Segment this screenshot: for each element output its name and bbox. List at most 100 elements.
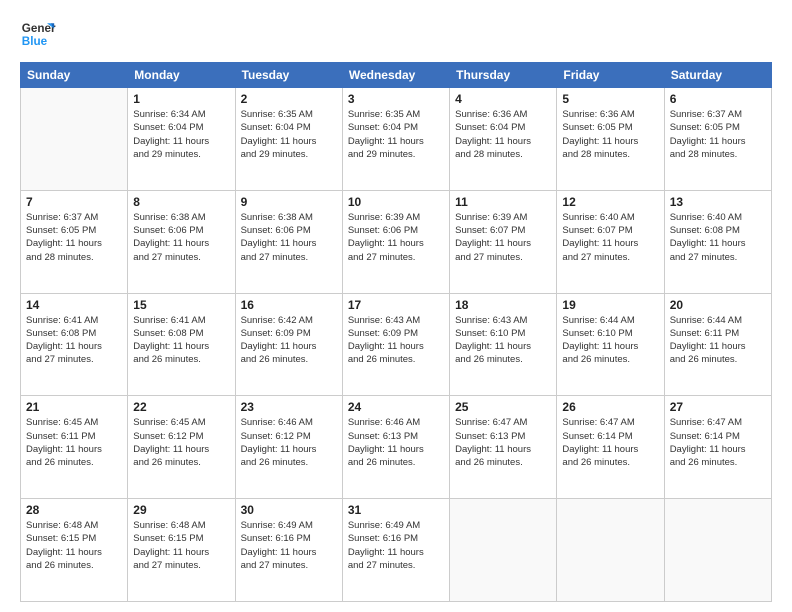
column-header-monday: Monday	[128, 63, 235, 88]
day-info: Sunrise: 6:44 AM Sunset: 6:10 PM Dayligh…	[562, 314, 658, 367]
day-number: 8	[133, 195, 229, 209]
header: General Blue	[20, 16, 772, 52]
calendar-cell: 9 Sunrise: 6:38 AM Sunset: 6:06 PM Daylig…	[235, 190, 342, 293]
week-row-2: 7 Sunrise: 6:37 AM Sunset: 6:05 PM Daylig…	[21, 190, 772, 293]
calendar-cell	[557, 499, 664, 602]
day-info: Sunrise: 6:36 AM Sunset: 6:05 PM Dayligh…	[562, 108, 658, 161]
day-number: 28	[26, 503, 122, 517]
calendar-cell: 17 Sunrise: 6:43 AM Sunset: 6:09 PM Dayli…	[342, 293, 449, 396]
day-number: 7	[26, 195, 122, 209]
calendar-cell: 2 Sunrise: 6:35 AM Sunset: 6:04 PM Daylig…	[235, 88, 342, 191]
calendar-cell: 28 Sunrise: 6:48 AM Sunset: 6:15 PM Dayli…	[21, 499, 128, 602]
day-info: Sunrise: 6:48 AM Sunset: 6:15 PM Dayligh…	[133, 519, 229, 572]
day-info: Sunrise: 6:37 AM Sunset: 6:05 PM Dayligh…	[670, 108, 766, 161]
day-info: Sunrise: 6:45 AM Sunset: 6:11 PM Dayligh…	[26, 416, 122, 469]
day-info: Sunrise: 6:39 AM Sunset: 6:07 PM Dayligh…	[455, 211, 551, 264]
calendar-cell: 11 Sunrise: 6:39 AM Sunset: 6:07 PM Dayli…	[450, 190, 557, 293]
day-number: 3	[348, 92, 444, 106]
calendar-cell: 29 Sunrise: 6:48 AM Sunset: 6:15 PM Dayli…	[128, 499, 235, 602]
calendar-cell: 4 Sunrise: 6:36 AM Sunset: 6:04 PM Daylig…	[450, 88, 557, 191]
week-row-3: 14Sunrise: 6:41 AM Sunset: 6:08 PM Dayli…	[21, 293, 772, 396]
calendar-cell: 13 Sunrise: 6:40 AM Sunset: 6:08 PM Dayli…	[664, 190, 771, 293]
day-info: Sunrise: 6:44 AM Sunset: 6:11 PM Dayligh…	[670, 314, 766, 367]
column-header-friday: Friday	[557, 63, 664, 88]
day-number: 5	[562, 92, 658, 106]
column-header-thursday: Thursday	[450, 63, 557, 88]
day-number: 9	[241, 195, 337, 209]
day-number: 16	[241, 298, 337, 312]
svg-text:Blue: Blue	[22, 35, 48, 48]
day-info: Sunrise: 6:35 AM Sunset: 6:04 PM Dayligh…	[241, 108, 337, 161]
calendar-cell: 6 Sunrise: 6:37 AM Sunset: 6:05 PM Daylig…	[664, 88, 771, 191]
calendar-cell: 24 Sunrise: 6:46 AM Sunset: 6:13 PM Dayli…	[342, 396, 449, 499]
day-number: 15	[133, 298, 229, 312]
day-info: Sunrise: 6:39 AM Sunset: 6:06 PM Dayligh…	[348, 211, 444, 264]
day-number: 31	[348, 503, 444, 517]
calendar-cell: 20Sunrise: 6:44 AM Sunset: 6:11 PM Dayli…	[664, 293, 771, 396]
calendar-cell: 31 Sunrise: 6:49 AM Sunset: 6:16 PM Dayli…	[342, 499, 449, 602]
day-info: Sunrise: 6:37 AM Sunset: 6:05 PM Dayligh…	[26, 211, 122, 264]
column-header-saturday: Saturday	[664, 63, 771, 88]
day-number: 18	[455, 298, 551, 312]
calendar-cell: 25 Sunrise: 6:47 AM Sunset: 6:13 PM Dayli…	[450, 396, 557, 499]
calendar-cell: 23Sunrise: 6:46 AM Sunset: 6:12 PM Dayli…	[235, 396, 342, 499]
day-info: Sunrise: 6:40 AM Sunset: 6:08 PM Dayligh…	[670, 211, 766, 264]
day-number: 13	[670, 195, 766, 209]
day-info: Sunrise: 6:34 AM Sunset: 6:04 PM Dayligh…	[133, 108, 229, 161]
day-info: Sunrise: 6:45 AM Sunset: 6:12 PM Dayligh…	[133, 416, 229, 469]
day-info: Sunrise: 6:36 AM Sunset: 6:04 PM Dayligh…	[455, 108, 551, 161]
day-number: 12	[562, 195, 658, 209]
calendar-cell: 26 Sunrise: 6:47 AM Sunset: 6:14 PM Dayli…	[557, 396, 664, 499]
day-info: Sunrise: 6:47 AM Sunset: 6:13 PM Dayligh…	[455, 416, 551, 469]
calendar-cell: 27 Sunrise: 6:47 AM Sunset: 6:14 PM Dayli…	[664, 396, 771, 499]
calendar-cell: 3 Sunrise: 6:35 AM Sunset: 6:04 PM Daylig…	[342, 88, 449, 191]
calendar-cell: 19Sunrise: 6:44 AM Sunset: 6:10 PM Dayli…	[557, 293, 664, 396]
day-number: 2	[241, 92, 337, 106]
column-header-sunday: Sunday	[21, 63, 128, 88]
calendar-cell: 22 Sunrise: 6:45 AM Sunset: 6:12 PM Dayli…	[128, 396, 235, 499]
day-number: 24	[348, 400, 444, 414]
day-info: Sunrise: 6:49 AM Sunset: 6:16 PM Dayligh…	[348, 519, 444, 572]
day-number: 4	[455, 92, 551, 106]
calendar-cell: 14Sunrise: 6:41 AM Sunset: 6:08 PM Dayli…	[21, 293, 128, 396]
day-number: 11	[455, 195, 551, 209]
day-number: 25	[455, 400, 551, 414]
day-info: Sunrise: 6:38 AM Sunset: 6:06 PM Dayligh…	[133, 211, 229, 264]
calendar-header-row: SundayMondayTuesdayWednesdayThursdayFrid…	[21, 63, 772, 88]
day-number: 29	[133, 503, 229, 517]
day-info: Sunrise: 6:43 AM Sunset: 6:10 PM Dayligh…	[455, 314, 551, 367]
day-info: Sunrise: 6:35 AM Sunset: 6:04 PM Dayligh…	[348, 108, 444, 161]
calendar-cell: 7 Sunrise: 6:37 AM Sunset: 6:05 PM Daylig…	[21, 190, 128, 293]
day-info: Sunrise: 6:47 AM Sunset: 6:14 PM Dayligh…	[562, 416, 658, 469]
day-number: 1	[133, 92, 229, 106]
day-number: 22	[133, 400, 229, 414]
day-number: 10	[348, 195, 444, 209]
calendar-cell: 1 Sunrise: 6:34 AM Sunset: 6:04 PM Daylig…	[128, 88, 235, 191]
calendar: SundayMondayTuesdayWednesdayThursdayFrid…	[20, 62, 772, 602]
day-number: 27	[670, 400, 766, 414]
day-info: Sunrise: 6:38 AM Sunset: 6:06 PM Dayligh…	[241, 211, 337, 264]
day-info: Sunrise: 6:46 AM Sunset: 6:12 PM Dayligh…	[241, 416, 337, 469]
calendar-cell	[21, 88, 128, 191]
logo-icon: General Blue	[20, 16, 56, 52]
day-info: Sunrise: 6:42 AM Sunset: 6:09 PM Dayligh…	[241, 314, 337, 367]
week-row-4: 21 Sunrise: 6:45 AM Sunset: 6:11 PM Dayli…	[21, 396, 772, 499]
day-info: Sunrise: 6:40 AM Sunset: 6:07 PM Dayligh…	[562, 211, 658, 264]
week-row-1: 1 Sunrise: 6:34 AM Sunset: 6:04 PM Daylig…	[21, 88, 772, 191]
day-number: 26	[562, 400, 658, 414]
calendar-cell: 18 Sunrise: 6:43 AM Sunset: 6:10 PM Dayli…	[450, 293, 557, 396]
column-header-tuesday: Tuesday	[235, 63, 342, 88]
calendar-cell: 16 Sunrise: 6:42 AM Sunset: 6:09 PM Dayli…	[235, 293, 342, 396]
day-number: 6	[670, 92, 766, 106]
calendar-cell	[664, 499, 771, 602]
day-info: Sunrise: 6:48 AM Sunset: 6:15 PM Dayligh…	[26, 519, 122, 572]
calendar-cell: 15Sunrise: 6:41 AM Sunset: 6:08 PM Dayli…	[128, 293, 235, 396]
week-row-5: 28 Sunrise: 6:48 AM Sunset: 6:15 PM Dayli…	[21, 499, 772, 602]
day-info: Sunrise: 6:43 AM Sunset: 6:09 PM Dayligh…	[348, 314, 444, 367]
day-info: Sunrise: 6:46 AM Sunset: 6:13 PM Dayligh…	[348, 416, 444, 469]
day-number: 17	[348, 298, 444, 312]
day-info: Sunrise: 6:47 AM Sunset: 6:14 PM Dayligh…	[670, 416, 766, 469]
calendar-cell: 10 Sunrise: 6:39 AM Sunset: 6:06 PM Dayli…	[342, 190, 449, 293]
calendar-cell: 8 Sunrise: 6:38 AM Sunset: 6:06 PM Daylig…	[128, 190, 235, 293]
day-number: 21	[26, 400, 122, 414]
